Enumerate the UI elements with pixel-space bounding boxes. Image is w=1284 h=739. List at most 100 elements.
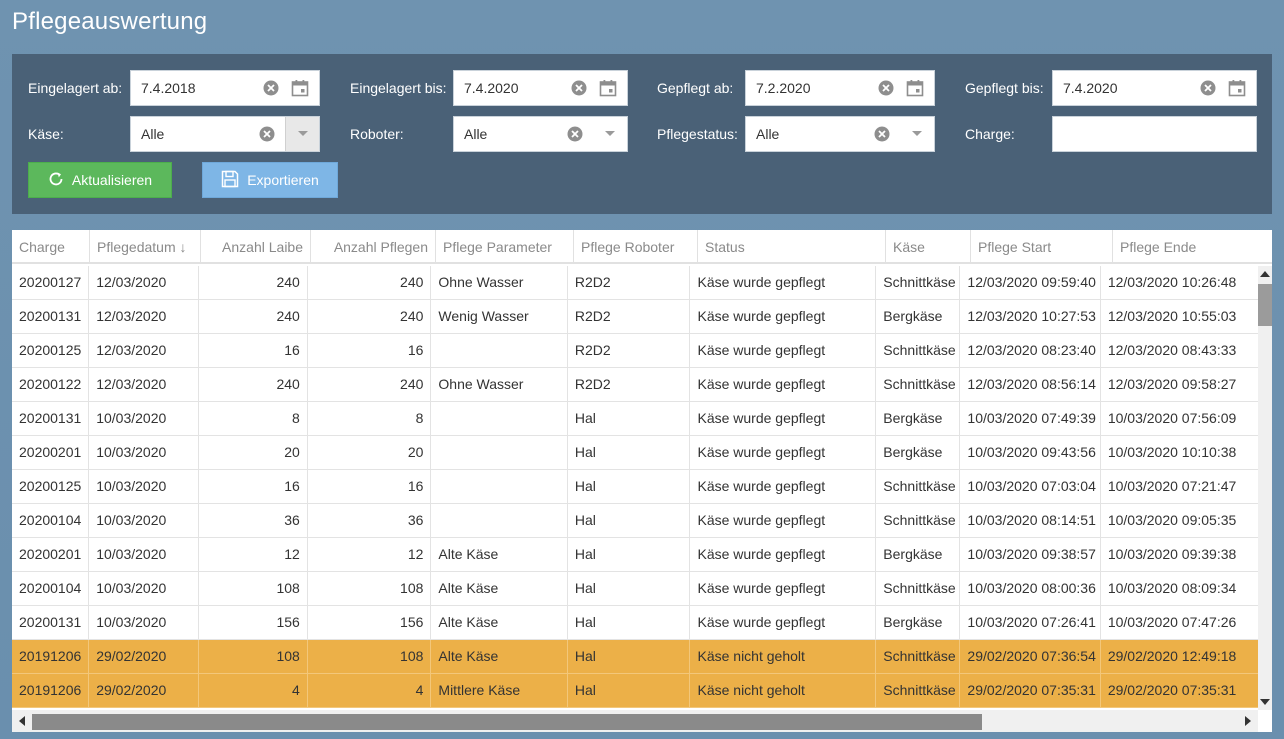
roboter-select[interactable]: Alle: [453, 116, 628, 152]
cell-pflege-parameter: Alte Käse: [431, 572, 568, 605]
clear-icon[interactable]: [876, 70, 896, 106]
cell-pflege-ende: 10/03/2020 09:39:38: [1107, 546, 1237, 562]
grid-body: 20200127 12/03/2020 240 240 Ohne Wasser R2D2 K…: [12, 266, 1258, 710]
eingelagert-bis-label: Eingelagert bis:: [350, 80, 447, 96]
refresh-button[interactable]: Aktualisieren: [28, 162, 172, 198]
column-header-pflegedatum[interactable]: Pflegedatum ↓: [90, 230, 201, 264]
pflegestatus-value[interactable]: Alle: [746, 126, 872, 142]
page-title: Pflegeauswertung: [12, 8, 208, 35]
cell-anzahl-laibe: 8: [199, 402, 308, 435]
scroll-right-icon: [1245, 716, 1251, 726]
cell-charge: 20200131: [12, 402, 90, 435]
cell-pflege-start: 10/03/2020 08:14:51: [960, 504, 1101, 537]
calendar-icon[interactable]: [289, 70, 311, 106]
cell-pflege-ende: 10/03/2020 07:47:26: [1107, 614, 1237, 630]
charge-label: Charge:: [965, 126, 1015, 142]
table-row[interactable]: 20200122 12/03/2020 240 240 Ohne Wasser R2D2 K…: [12, 368, 1258, 402]
column-header-kaese[interactable]: Käse: [886, 230, 971, 264]
pflegestatus-label: Pflegestatus:: [657, 126, 738, 142]
table-row[interactable]: 20200131 10/03/2020 156 156 Alte Käse Hal Käse…: [12, 606, 1258, 640]
clear-icon[interactable]: [565, 116, 585, 152]
cell-pflege-ende: 10/03/2020 10:10:38: [1107, 444, 1237, 460]
cell-kaese: Bergkäse: [876, 300, 961, 333]
cell-charge: 20200131: [12, 300, 90, 333]
cell-status: Käse wurde gepflegt: [690, 470, 877, 503]
pflegestatus-select[interactable]: Alle: [745, 116, 935, 152]
column-header-pflege-roboter[interactable]: Pflege Roboter: [574, 230, 698, 264]
refresh-icon: [48, 171, 64, 190]
cell-pflege-roboter: R2D2: [568, 266, 691, 299]
gepflegt-bis-field[interactable]: 7.4.2020: [1052, 70, 1257, 106]
cell-kaese: Schnittkäse: [876, 572, 961, 605]
cell-pflege-parameter: Ohne Wasser: [431, 266, 568, 299]
roboter-value[interactable]: Alle: [454, 126, 565, 142]
table-row[interactable]: 20200201 10/03/2020 12 12 Alte Käse Hal Käse w…: [12, 538, 1258, 572]
cell-anzahl-laibe: 240: [199, 368, 308, 401]
column-header-charge[interactable]: Charge: [12, 230, 90, 264]
eingelagert-ab-value[interactable]: 7.4.2018: [131, 80, 261, 96]
cell-pflegedatum: 10/03/2020: [89, 572, 199, 605]
cell-charge: 20191206: [12, 674, 90, 707]
calendar-icon[interactable]: [597, 70, 619, 106]
chevron-down-icon[interactable]: [285, 117, 319, 151]
eingelagert-bis-field[interactable]: 7.4.2020: [453, 70, 628, 106]
table-row[interactable]: 20200131 10/03/2020 8 8 Hal Käse wurde gepfle…: [12, 402, 1258, 436]
table-row[interactable]: 20191206 29/02/2020 4 4 Mittlere Käse Hal Käse…: [12, 674, 1258, 708]
gepflegt-bis-label: Gepflegt bis:: [965, 80, 1044, 96]
cell-pflege-start: 29/02/2020 07:35:31: [960, 674, 1101, 707]
column-header-pflege-ende[interactable]: Pflege Ende: [1113, 230, 1272, 264]
table-row[interactable]: 20200104 10/03/2020 36 36 Hal Käse wurde gepf…: [12, 504, 1258, 538]
horizontal-scroll-thumb[interactable]: [32, 714, 982, 730]
cell-charge: 20191206: [12, 640, 90, 673]
cell-pflege-start: 12/03/2020 10:27:53: [960, 300, 1101, 333]
cell-pflege-parameter: Wenig Wasser: [431, 300, 568, 333]
vertical-scrollbar[interactable]: [1258, 266, 1272, 710]
vertical-scroll-thumb[interactable]: [1258, 284, 1272, 326]
column-header-anzahl-laibe[interactable]: Anzahl Laibe: [201, 230, 311, 264]
cell-pflege-roboter: Hal: [568, 640, 691, 673]
kaese-select[interactable]: Alle: [130, 116, 320, 152]
table-row[interactable]: 20200127 12/03/2020 240 240 Ohne Wasser R2D2 K…: [12, 266, 1258, 300]
chevron-down-icon[interactable]: [593, 117, 627, 151]
clear-icon[interactable]: [1198, 70, 1218, 106]
eingelagert-ab-field[interactable]: 7.4.2018: [130, 70, 320, 106]
kaese-value[interactable]: Alle: [131, 126, 257, 142]
clear-icon[interactable]: [569, 70, 589, 106]
table-row[interactable]: 20200131 12/03/2020 240 240 Wenig Wasser R2D2…: [12, 300, 1258, 334]
chevron-down-icon[interactable]: [900, 117, 934, 151]
charge-input[interactable]: [1052, 116, 1257, 152]
table-row[interactable]: 20200125 10/03/2020 16 16 Hal Käse wurde gepf…: [12, 470, 1258, 504]
cell-charge: 20200104: [12, 572, 90, 605]
eingelagert-bis-value[interactable]: 7.4.2020: [454, 80, 569, 96]
clear-icon[interactable]: [872, 116, 892, 152]
cell-pflege-ende: 12/03/2020 09:58:27: [1107, 376, 1237, 392]
cell-status: Käse nicht geholt: [690, 640, 877, 673]
cell-pflege-ende: 10/03/2020 07:56:09: [1107, 410, 1237, 426]
column-header-anzahl-pflegen[interactable]: Anzahl Pflegen: [311, 230, 436, 264]
cell-kaese: Schnittkäse: [876, 504, 961, 537]
column-header-pflege-start[interactable]: Pflege Start: [971, 230, 1113, 264]
cell-status: Käse wurde gepflegt: [690, 436, 877, 469]
column-header-pflege-parameter[interactable]: Pflege Parameter: [436, 230, 574, 264]
cell-pflege-start: 12/03/2020 08:23:40: [960, 334, 1101, 367]
export-button[interactable]: Exportieren: [202, 162, 338, 198]
cell-anzahl-laibe: 16: [199, 334, 308, 367]
scroll-down-icon: [1260, 699, 1270, 705]
horizontal-scrollbar[interactable]: [12, 710, 1258, 732]
cell-pflege-parameter: [431, 436, 568, 469]
calendar-icon[interactable]: [904, 70, 926, 106]
cell-kaese: Bergkäse: [876, 402, 961, 435]
cell-pflege-parameter: [431, 470, 568, 503]
table-row[interactable]: 20200125 12/03/2020 16 16 R2D2 Käse wurde gep…: [12, 334, 1258, 368]
clear-icon[interactable]: [261, 70, 281, 106]
calendar-icon[interactable]: [1226, 70, 1248, 106]
gepflegt-ab-value[interactable]: 7.2.2020: [746, 80, 876, 96]
gepflegt-ab-field[interactable]: 7.2.2020: [745, 70, 935, 106]
clear-icon[interactable]: [257, 116, 277, 152]
gepflegt-bis-value[interactable]: 7.4.2020: [1053, 80, 1198, 96]
cell-kaese: Schnittkäse: [876, 470, 961, 503]
column-header-status[interactable]: Status: [698, 230, 886, 264]
table-row[interactable]: 20191206 29/02/2020 108 108 Alte Käse Hal Käse…: [12, 640, 1258, 674]
table-row[interactable]: 20200104 10/03/2020 108 108 Alte Käse Hal Käse…: [12, 572, 1258, 606]
table-row[interactable]: 20200201 10/03/2020 20 20 Hal Käse wurde gepf…: [12, 436, 1258, 470]
